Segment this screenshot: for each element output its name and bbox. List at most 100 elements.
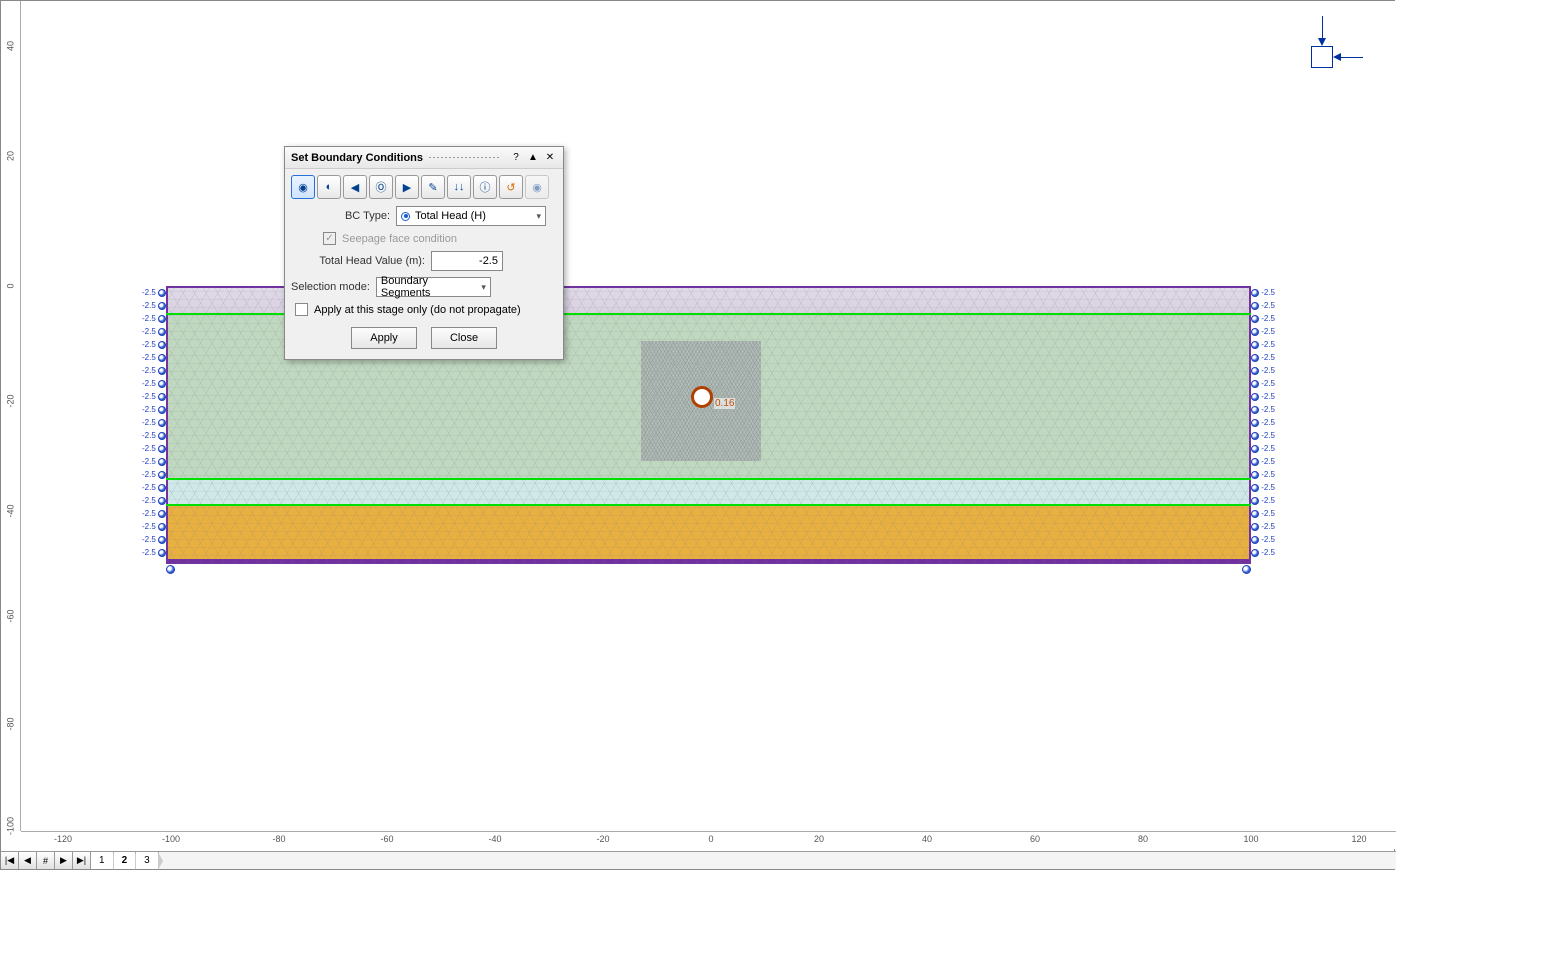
bc-node-icon[interactable] [1251, 289, 1259, 297]
bc-tool-flux-right-icon[interactable]: ▶ [395, 175, 419, 199]
fixity-node-icon[interactable] [1242, 565, 1251, 574]
bc-value-label: -2.5 [1261, 522, 1275, 531]
help-icon[interactable]: ? [509, 151, 523, 165]
stage-tab-2[interactable]: 2 [114, 852, 137, 869]
bc-tool-unknown-icon[interactable]: ✎ [421, 175, 445, 199]
bc-tool-flux-left-icon[interactable]: ◀ [343, 175, 367, 199]
bc-value-label: -2.5 [1261, 496, 1275, 505]
apply-button[interactable]: Apply [351, 327, 417, 349]
tab-nav-hash[interactable]: # [37, 852, 55, 869]
bc-value-label: -2.5 [142, 340, 156, 349]
bc-node-icon[interactable] [158, 523, 166, 531]
bc-node-icon[interactable] [158, 419, 166, 427]
right-boundary-conditions: -2.5 -2.5 -2.5 -2.5 -2.5 -2.5 -2.5 -2.5 … [1247, 286, 1277, 564]
bc-type-select[interactable]: Total Head (H) ▾ [396, 206, 546, 226]
bc-value-label: -2.5 [1261, 327, 1275, 336]
bc-node-icon[interactable] [1251, 549, 1259, 557]
stage-tab-1[interactable]: 1 [91, 852, 114, 869]
bc-type-label: BC Type: [295, 210, 390, 222]
bc-node-icon[interactable] [1251, 484, 1259, 492]
bc-node-icon[interactable] [158, 484, 166, 492]
bc-tool-pressure-icon[interactable]: ◐ [317, 175, 341, 199]
close-icon[interactable]: ✕ [543, 151, 557, 165]
bc-node-icon[interactable] [1251, 367, 1259, 375]
ruler-y-tick: -60 [6, 607, 16, 626]
bc-value-label: -2.5 [142, 405, 156, 414]
bc-node-icon[interactable] [1251, 380, 1259, 388]
bc-node-icon[interactable] [1251, 354, 1259, 362]
bc-node-icon[interactable] [1251, 523, 1259, 531]
tab-nav-next[interactable]: ▶ [55, 852, 73, 869]
bc-node-icon[interactable] [158, 549, 166, 557]
bc-node-icon[interactable] [158, 315, 166, 323]
stage-tab-3[interactable]: 3 [136, 852, 159, 869]
bc-node-icon[interactable] [1251, 419, 1259, 427]
bc-node-icon[interactable] [1251, 341, 1259, 349]
bc-node-icon[interactable] [1251, 315, 1259, 323]
fixity-node-icon[interactable] [166, 565, 175, 574]
ruler-y-tick: -80 [6, 715, 16, 734]
bc-node-icon[interactable] [158, 445, 166, 453]
bc-node-icon[interactable] [1251, 458, 1259, 466]
total-head-input[interactable] [431, 251, 503, 271]
soil-layer-bottom[interactable] [166, 559, 1251, 564]
bc-node-icon[interactable] [158, 302, 166, 310]
bc-node-icon[interactable] [158, 432, 166, 440]
bc-tool-info-icon[interactable]: ⓘ [473, 175, 497, 199]
boundary-conditions-dialog[interactable]: Set Boundary Conditions ? ▲ ✕ ◉ ◐ ◀ Ⓞ ▶ … [284, 146, 564, 360]
bc-node-icon[interactable] [158, 536, 166, 544]
bc-node-icon[interactable] [1251, 536, 1259, 544]
tab-nav-first[interactable]: |◀ [1, 852, 19, 869]
ruler-x-tick: 0 [708, 834, 713, 844]
bc-node-icon[interactable] [1251, 328, 1259, 336]
selection-mode-value: Boundary Segments [381, 275, 476, 299]
bc-node-icon[interactable] [158, 341, 166, 349]
bc-node-icon[interactable] [1251, 497, 1259, 505]
bc-node-icon[interactable] [158, 354, 166, 362]
bc-node-icon[interactable] [158, 497, 166, 505]
bc-value-label: -2.5 [142, 457, 156, 466]
bc-value-label: -2.5 [142, 470, 156, 479]
bc-node-icon[interactable] [158, 289, 166, 297]
bc-node-icon[interactable] [1251, 302, 1259, 310]
close-button[interactable]: Close [431, 327, 497, 349]
dialog-titlebar[interactable]: Set Boundary Conditions ? ▲ ✕ [285, 147, 563, 169]
soil-layer-4[interactable] [166, 504, 1251, 559]
ucs-indicator [1301, 16, 1361, 76]
ruler-x-tick: -120 [54, 834, 72, 844]
bc-tool-total-head-icon[interactable]: ◉ [291, 175, 315, 199]
bc-value-label: -2.5 [142, 535, 156, 544]
collapse-icon[interactable]: ▲ [526, 151, 540, 165]
bc-node-icon[interactable] [158, 367, 166, 375]
bc-node-icon[interactable] [158, 458, 166, 466]
model-canvas[interactable]: 0.16 -2.5 -2.5 -2.5 -2.5 -2.5 -2.5 -2.5 … [21, 1, 1396, 831]
bc-node-icon[interactable] [1251, 445, 1259, 453]
bc-node-icon[interactable] [1251, 393, 1259, 401]
bc-node-icon[interactable] [158, 471, 166, 479]
bc-node-icon[interactable] [158, 380, 166, 388]
bc-node-icon[interactable] [158, 328, 166, 336]
selection-mode-select[interactable]: Boundary Segments ▾ [376, 277, 491, 297]
bc-node-icon[interactable] [158, 510, 166, 518]
bc-value-label: -2.5 [142, 327, 156, 336]
soil-layer-3[interactable] [166, 479, 1251, 504]
propagate-label: Apply at this stage only (do not propaga… [314, 304, 521, 316]
bc-tool-zero-icon[interactable]: Ⓞ [369, 175, 393, 199]
propagate-checkbox[interactable] [295, 303, 308, 316]
bc-node-icon[interactable] [1251, 471, 1259, 479]
bc-node-icon[interactable] [158, 393, 166, 401]
chevron-down-icon: ▾ [536, 211, 541, 222]
bottom-boundary-fixities [166, 565, 1251, 574]
bc-tool-infiltration-icon[interactable]: ↓↓ [447, 175, 471, 199]
bc-value-label: -2.5 [1261, 470, 1275, 479]
tab-nav-prev[interactable]: ◀ [19, 852, 37, 869]
tab-nav-last[interactable]: ▶| [73, 852, 91, 869]
bc-node-icon[interactable] [1251, 406, 1259, 414]
bc-value-label: -2.5 [1261, 457, 1275, 466]
bc-node-icon[interactable] [158, 406, 166, 414]
bc-tool-reset-icon[interactable]: ↺ [499, 175, 523, 199]
bc-value-label: -2.5 [1261, 314, 1275, 323]
bc-node-icon[interactable] [1251, 510, 1259, 518]
tunnel-excavation[interactable] [691, 386, 713, 408]
bc-node-icon[interactable] [1251, 432, 1259, 440]
